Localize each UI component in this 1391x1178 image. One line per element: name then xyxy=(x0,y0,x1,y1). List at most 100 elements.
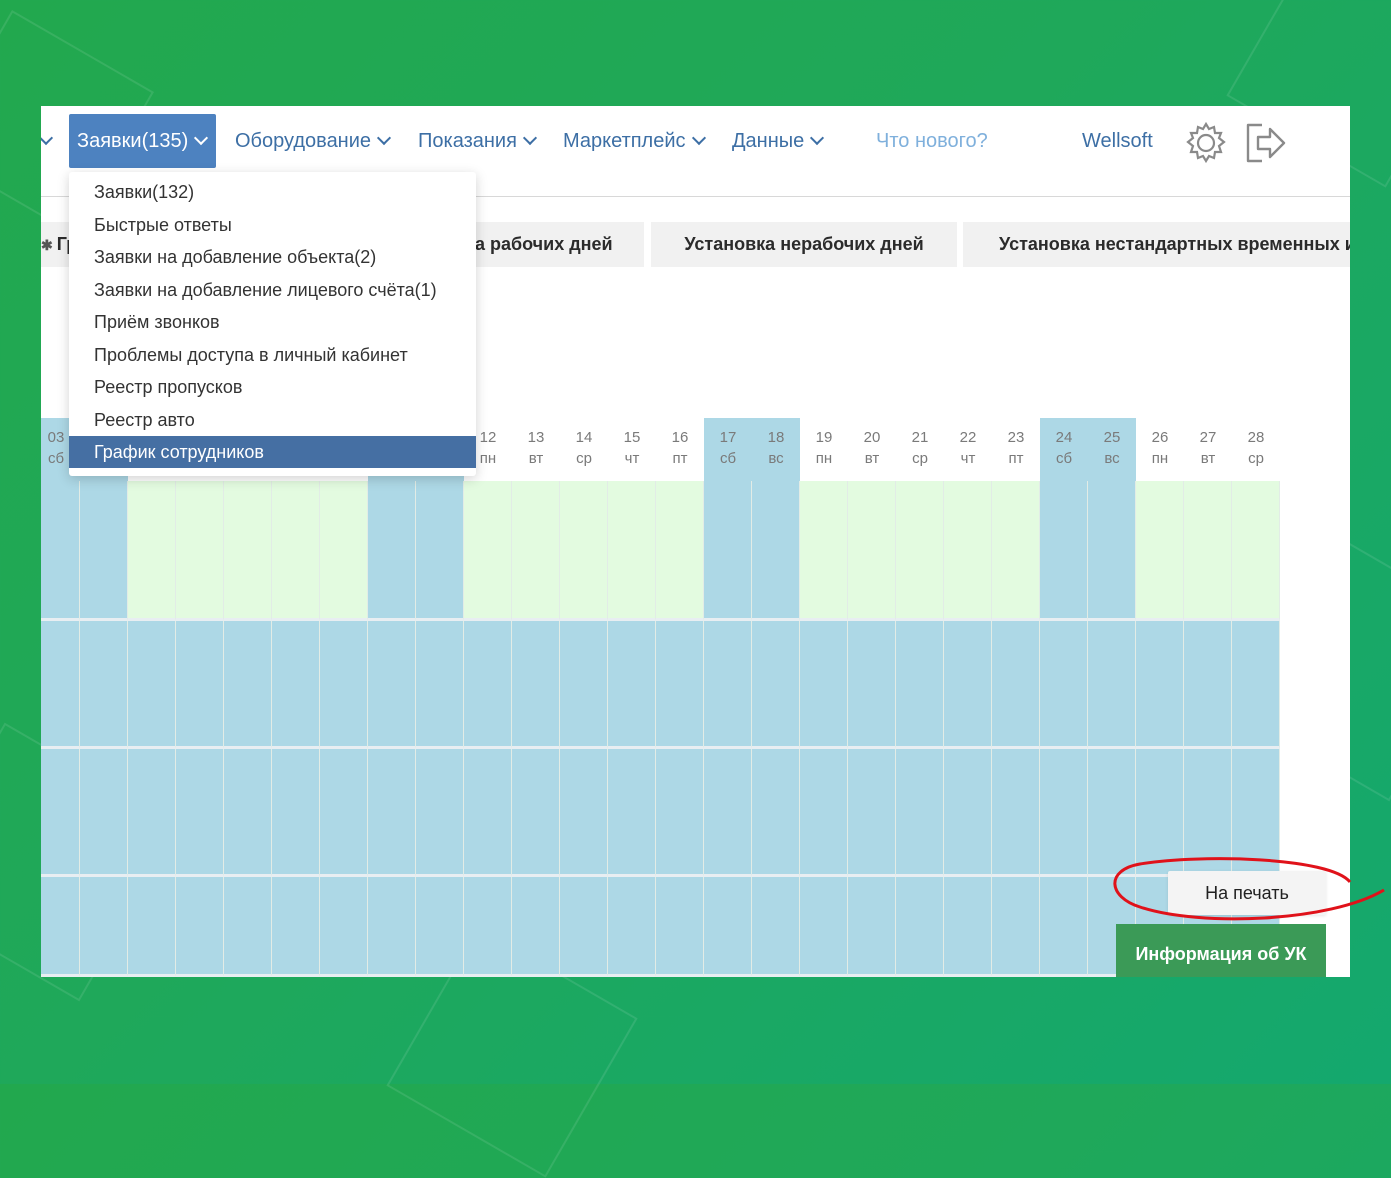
schedule-cell[interactable] xyxy=(656,621,704,749)
schedule-cell[interactable] xyxy=(80,621,128,749)
nav-item-equipment[interactable]: Оборудование xyxy=(235,114,392,168)
schedule-cell[interactable] xyxy=(176,749,224,877)
schedule-cell[interactable] xyxy=(1088,481,1136,621)
schedule-cell[interactable] xyxy=(512,749,560,877)
schedule-cell[interactable] xyxy=(560,877,608,977)
nav-item-marketplace[interactable]: Маркетплейс xyxy=(563,114,706,168)
schedule-cell[interactable] xyxy=(272,621,320,749)
schedule-cell[interactable] xyxy=(560,749,608,877)
nav-item-requests[interactable]: Заявки(135) xyxy=(69,114,217,168)
schedule-cell[interactable] xyxy=(464,621,512,749)
menu-item-add-object-requests[interactable]: Заявки на добавление объекта(2) xyxy=(69,241,476,273)
schedule-cell[interactable] xyxy=(320,749,368,877)
schedule-cell[interactable] xyxy=(608,481,656,621)
schedule-cell[interactable] xyxy=(368,621,416,749)
schedule-cell[interactable] xyxy=(128,877,176,977)
company-info-button[interactable]: Информация об УК xyxy=(1116,924,1326,977)
schedule-cell[interactable] xyxy=(80,877,128,977)
schedule-cell[interactable] xyxy=(128,749,176,877)
schedule-cell[interactable] xyxy=(464,481,512,621)
menu-item-pass-registry[interactable]: Реестр пропусков xyxy=(69,371,476,403)
user-name[interactable]: Wellsoft xyxy=(1082,114,1153,168)
schedule-cell[interactable] xyxy=(41,481,80,621)
schedule-cell[interactable] xyxy=(608,749,656,877)
menu-item-access-problems[interactable]: Проблемы доступа в личный кабинет xyxy=(69,339,476,371)
schedule-cell[interactable] xyxy=(800,877,848,977)
schedule-cell[interactable] xyxy=(1136,749,1184,877)
schedule-cell[interactable] xyxy=(416,877,464,977)
schedule-cell[interactable] xyxy=(176,877,224,977)
schedule-cell[interactable] xyxy=(848,749,896,877)
schedule-cell[interactable] xyxy=(80,481,128,621)
schedule-cell[interactable] xyxy=(752,877,800,977)
schedule-cell[interactable] xyxy=(224,481,272,621)
schedule-cell[interactable] xyxy=(416,621,464,749)
schedule-cell[interactable] xyxy=(272,749,320,877)
schedule-cell[interactable] xyxy=(1088,749,1136,877)
schedule-cell[interactable] xyxy=(224,877,272,977)
schedule-cell[interactable] xyxy=(272,481,320,621)
schedule-cell[interactable] xyxy=(992,877,1040,977)
schedule-cell[interactable] xyxy=(41,621,80,749)
schedule-cell[interactable] xyxy=(800,749,848,877)
schedule-cell[interactable] xyxy=(608,621,656,749)
tab-custom-time[interactable]: Установка нестандартных временных и xyxy=(963,222,1350,267)
schedule-cell[interactable] xyxy=(41,877,80,977)
schedule-cell[interactable] xyxy=(224,621,272,749)
schedule-cell[interactable] xyxy=(704,621,752,749)
schedule-cell[interactable] xyxy=(1040,621,1088,749)
schedule-cell[interactable] xyxy=(848,481,896,621)
schedule-cell[interactable] xyxy=(752,621,800,749)
print-button[interactable]: На печать xyxy=(1168,871,1326,915)
schedule-cell[interactable] xyxy=(656,749,704,877)
schedule-cell[interactable] xyxy=(992,621,1040,749)
schedule-cell[interactable] xyxy=(176,621,224,749)
schedule-cell[interactable] xyxy=(896,749,944,877)
schedule-cell[interactable] xyxy=(848,621,896,749)
schedule-cell[interactable] xyxy=(992,481,1040,621)
schedule-cell[interactable] xyxy=(512,877,560,977)
schedule-cell[interactable] xyxy=(800,621,848,749)
menu-item-call-reception[interactable]: Приём звонков xyxy=(69,306,476,338)
schedule-cell[interactable] xyxy=(320,481,368,621)
schedule-cell[interactable] xyxy=(656,877,704,977)
schedule-cell[interactable] xyxy=(800,481,848,621)
schedule-cell[interactable] xyxy=(1136,481,1184,621)
schedule-cell[interactable] xyxy=(608,877,656,977)
schedule-cell[interactable] xyxy=(320,621,368,749)
schedule-cell[interactable] xyxy=(464,749,512,877)
schedule-cell[interactable] xyxy=(1184,621,1232,749)
schedule-cell[interactable] xyxy=(1040,877,1088,977)
nav-item-data[interactable]: Данные xyxy=(732,114,825,168)
schedule-cell[interactable] xyxy=(176,481,224,621)
schedule-cell[interactable] xyxy=(512,621,560,749)
menu-item-employee-schedule[interactable]: График сотрудников xyxy=(69,436,476,468)
schedule-cell[interactable] xyxy=(1136,621,1184,749)
schedule-cell[interactable] xyxy=(416,749,464,877)
schedule-cell[interactable] xyxy=(992,749,1040,877)
whats-new-link[interactable]: Что нового? xyxy=(876,114,988,168)
schedule-cell[interactable] xyxy=(896,481,944,621)
tab-non-working-days[interactable]: Установка нерабочих дней xyxy=(651,222,957,267)
schedule-cell[interactable] xyxy=(1232,749,1280,877)
schedule-cell[interactable] xyxy=(416,481,464,621)
schedule-cell[interactable] xyxy=(80,749,128,877)
menu-item-car-registry[interactable]: Реестр авто xyxy=(69,404,476,436)
schedule-cell[interactable] xyxy=(704,481,752,621)
schedule-cell[interactable] xyxy=(368,749,416,877)
schedule-cell[interactable] xyxy=(1232,481,1280,621)
schedule-cell[interactable] xyxy=(1040,481,1088,621)
schedule-cell[interactable] xyxy=(320,877,368,977)
schedule-cell[interactable] xyxy=(224,749,272,877)
schedule-cell[interactable] xyxy=(560,621,608,749)
schedule-cell[interactable] xyxy=(128,481,176,621)
schedule-cell[interactable] xyxy=(272,877,320,977)
schedule-cell[interactable] xyxy=(128,621,176,749)
schedule-cell[interactable] xyxy=(41,749,80,877)
schedule-cell[interactable] xyxy=(1184,481,1232,621)
schedule-cell[interactable] xyxy=(944,877,992,977)
logout-icon[interactable] xyxy=(1244,121,1288,165)
schedule-cell[interactable] xyxy=(1088,621,1136,749)
schedule-cell[interactable] xyxy=(656,481,704,621)
schedule-cell[interactable] xyxy=(368,481,416,621)
